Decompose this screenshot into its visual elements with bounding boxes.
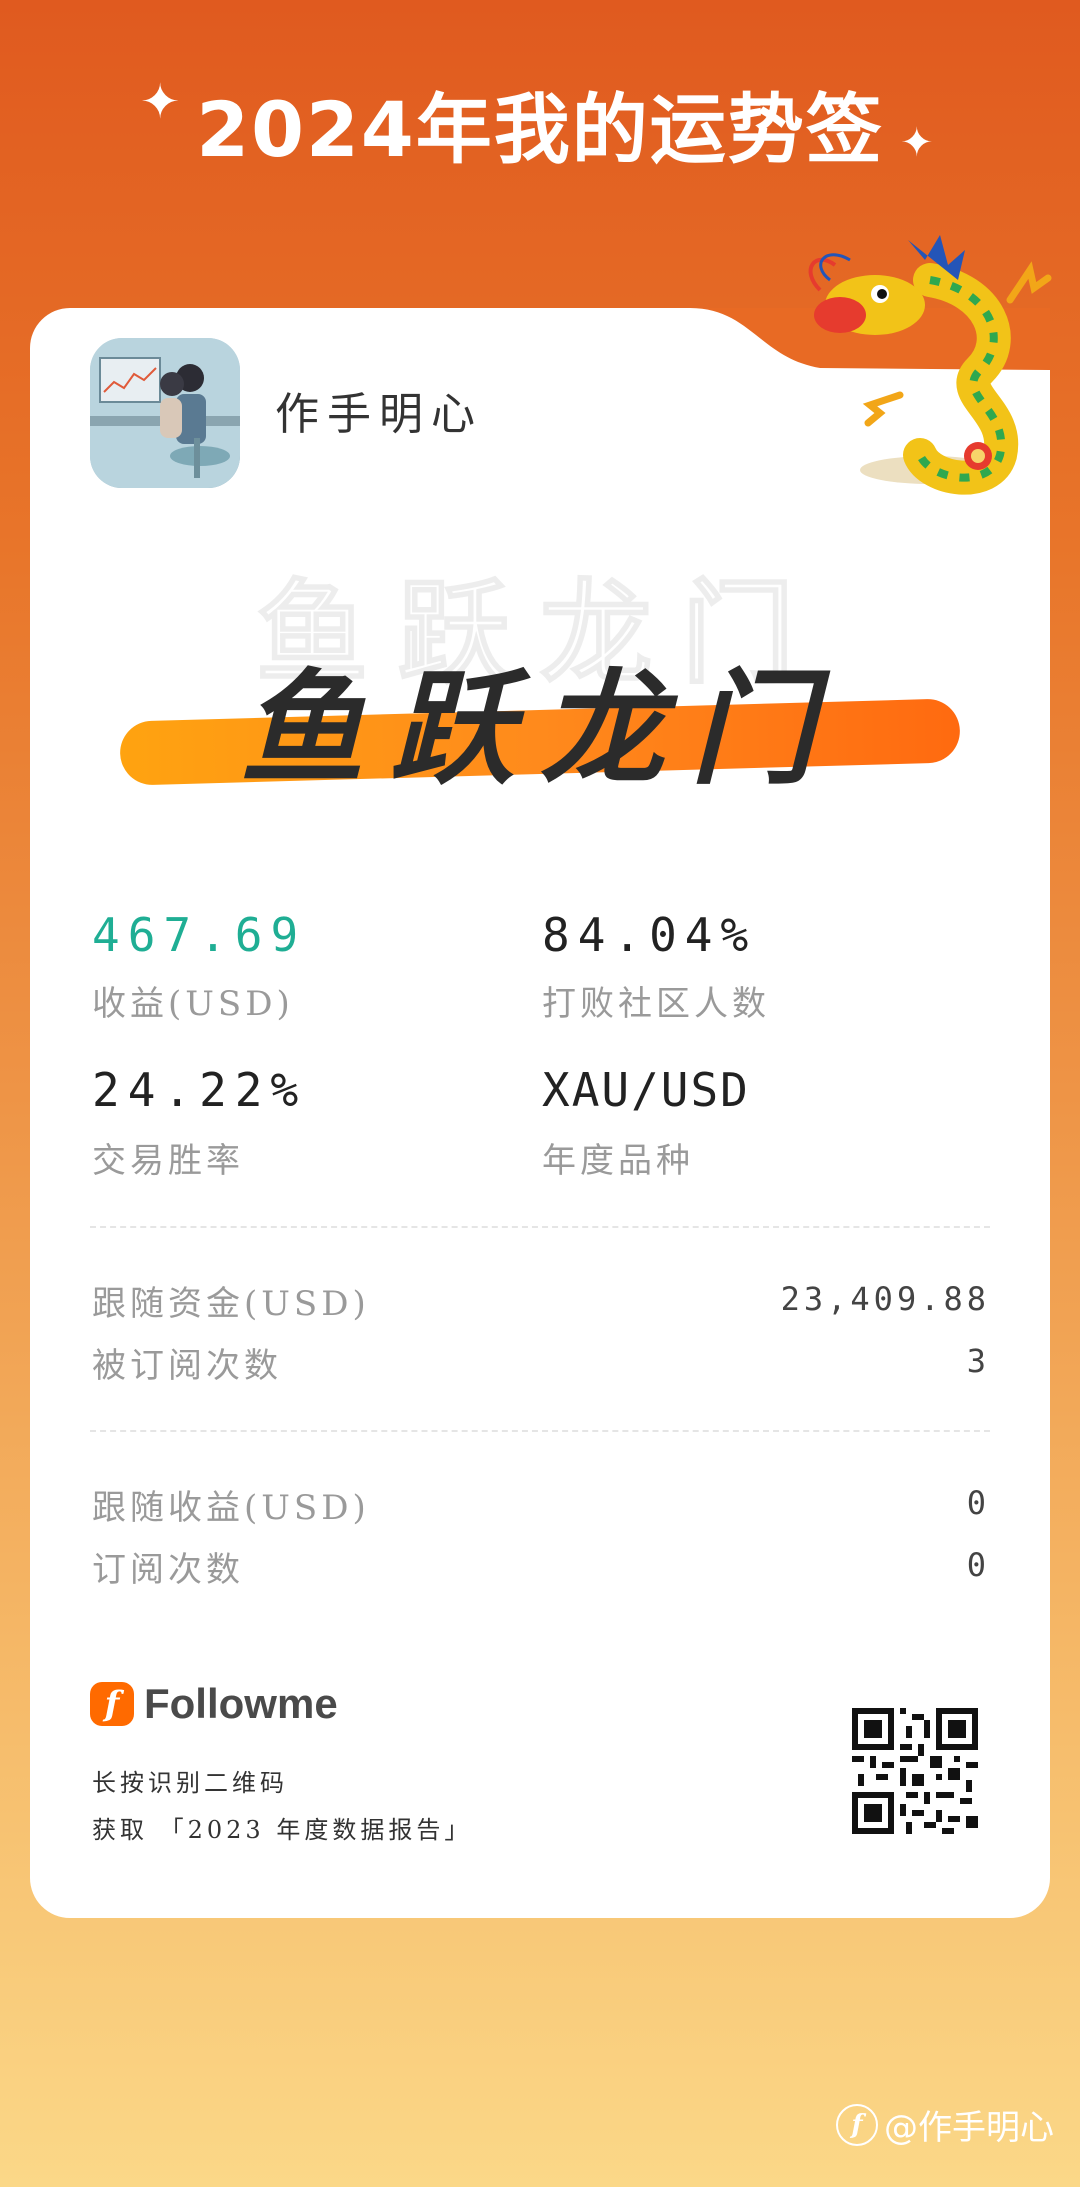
subscription-count-label: 订阅次数 — [92, 1550, 244, 1590]
brand: f Followme — [90, 1676, 338, 1732]
follow-income-label: 跟随收益(USD) — [92, 1488, 370, 1528]
stat-symbol-value: XAU/USD — [542, 1063, 750, 1117]
divider — [90, 1226, 990, 1228]
subscribed-count-label: 被订阅次数 — [92, 1346, 282, 1386]
qr-hint-line1: 长按识别二维码 — [92, 1769, 288, 1797]
subscribed-count-value: 3 — [966, 1342, 990, 1380]
avatar-illustration — [90, 338, 240, 488]
stat-income-value: 467.69 — [92, 908, 307, 962]
followme-logo-icon: f — [90, 1682, 134, 1726]
slogan: 鱼跃龙门 — [239, 658, 840, 802]
followme-watermark-icon: f — [836, 2103, 878, 2146]
follow-income-value: 0 — [966, 1484, 990, 1522]
stat-winrate-value: 24.22% — [92, 1063, 307, 1117]
follow-funds-value: 23,409.88 — [780, 1280, 990, 1318]
watermark: f @作手明心 — [836, 2100, 1054, 2149]
subscription-count-value: 0 — [966, 1546, 990, 1584]
stat-income-label: 收益(USD) — [92, 984, 294, 1024]
sparkle-icon: ✦ — [900, 120, 934, 166]
stat-beat-value: 84.04% — [542, 908, 757, 962]
stat-symbol-label: 年度品种 — [542, 1141, 694, 1181]
avatar[interactable] — [90, 338, 240, 488]
stat-beat-label: 打败社区人数 — [542, 984, 770, 1024]
username: 作手明心 — [275, 389, 483, 440]
brand-name: Followme — [144, 1680, 338, 1727]
stat-winrate-label: 交易胜率 — [92, 1141, 244, 1181]
page-title: 2024年我的运势签 — [196, 85, 884, 174]
follow-funds-label: 跟随资金(USD) — [92, 1284, 370, 1324]
dragon-illustration — [808, 235, 1052, 495]
qr-hint-line2: 获取 「2023 年度数据报告」 — [92, 1816, 473, 1844]
divider — [90, 1430, 990, 1432]
watermark-text: @作手明心 — [884, 2108, 1054, 2148]
qr-code[interactable] — [852, 1708, 978, 1834]
fortune-card: 作手明心 鱼跃龙门 鱼跃龙门 467.69 收益(USD) 84.04% 打败社… — [30, 308, 1050, 1918]
